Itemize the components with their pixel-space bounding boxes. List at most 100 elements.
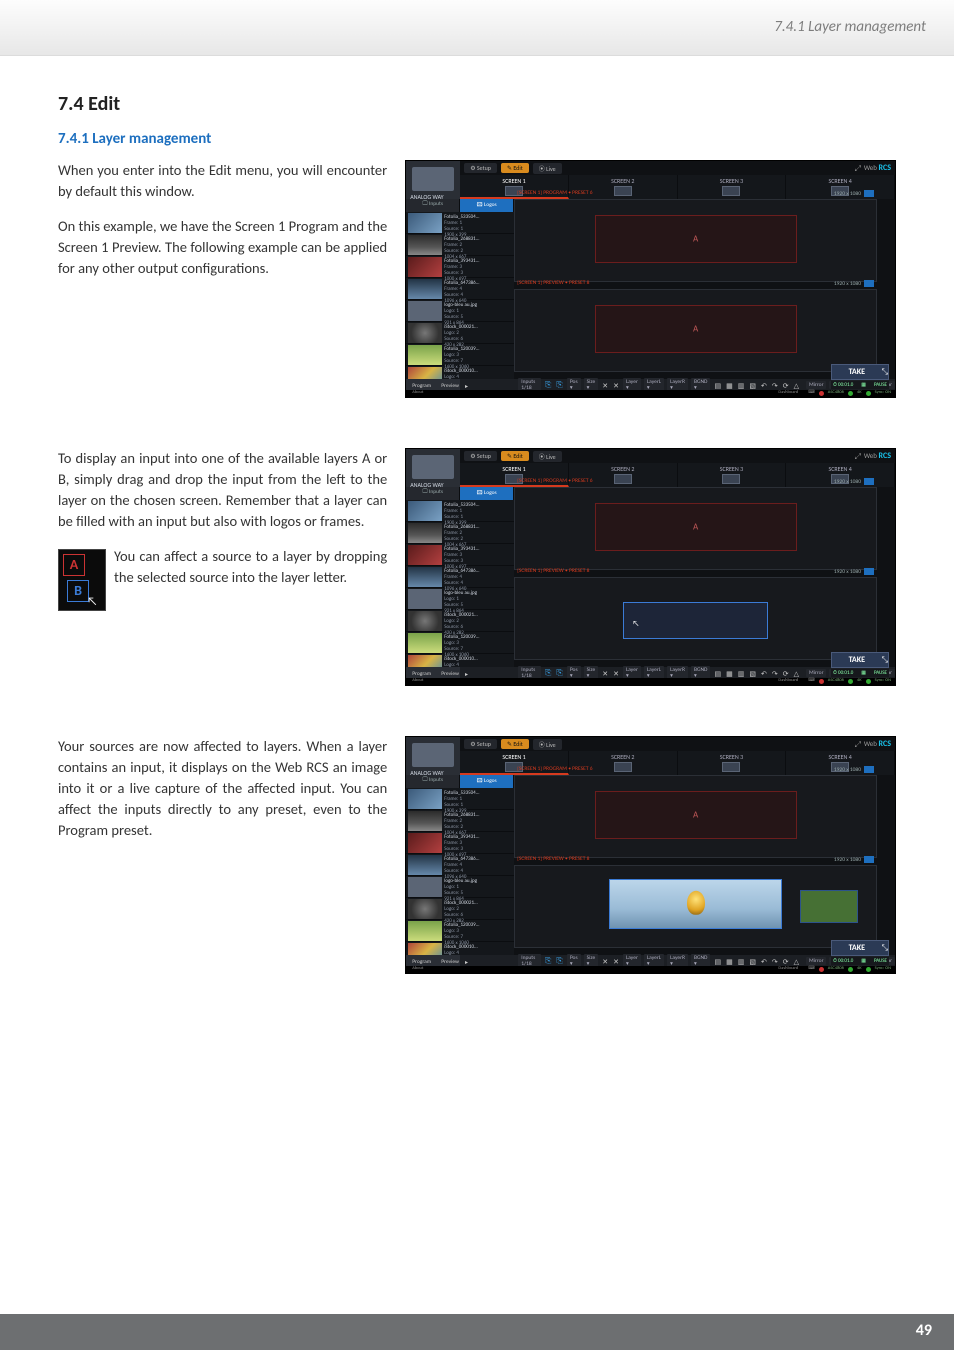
rotate-button[interactable]: △ bbox=[793, 669, 800, 678]
step-button[interactable]: ▸ bbox=[465, 670, 468, 678]
clear-button[interactable]: ✕ bbox=[601, 381, 609, 390]
rotate-button[interactable]: ↷ bbox=[771, 669, 779, 678]
nav-edit[interactable]: ✎ Edit bbox=[501, 163, 529, 173]
source-item[interactable]: iStock_000010...Logo: 4Source: 8849 x 56… bbox=[406, 942, 514, 955]
align-button[interactable]: ▥ bbox=[737, 381, 746, 390]
pause-button[interactable]: PAUSE bbox=[874, 958, 887, 964]
logos-tab[interactable]: 🖾 Logos bbox=[460, 487, 514, 500]
take-time-button[interactable]: ▦ bbox=[861, 670, 866, 676]
copy-button[interactable]: ⎘ bbox=[555, 668, 563, 678]
source-item[interactable]: Fotolia_647386...Frame: 4Source: 41096 x… bbox=[406, 278, 514, 300]
align-button[interactable]: ▧ bbox=[748, 381, 757, 390]
clear-button[interactable]: ✕ bbox=[612, 669, 620, 678]
about-link[interactable]: About bbox=[412, 678, 423, 685]
rotate-button[interactable]: ↶ bbox=[760, 669, 768, 678]
step-button[interactable]: ▸ bbox=[465, 958, 468, 966]
rotate-button[interactable]: ⟳ bbox=[782, 957, 790, 966]
preview-button[interactable]: Preview bbox=[437, 670, 463, 678]
take-button[interactable]: TAKE ⤡ bbox=[831, 652, 889, 668]
layer-a-outline[interactable]: A bbox=[595, 791, 797, 839]
source-item[interactable]: Fotolia_393431...Frame: 3Source: 31000 x… bbox=[406, 256, 514, 278]
dashboard-link[interactable]: Dashboard bbox=[778, 390, 798, 397]
rotate-button[interactable]: ⟳ bbox=[782, 669, 790, 678]
preview-pane[interactable]: [SCREEN 1] PREVIEW • PRESET 81920 x 1080… bbox=[514, 577, 877, 660]
about-link[interactable]: About bbox=[412, 390, 423, 397]
clear-button[interactable]: ✕ bbox=[612, 381, 620, 390]
program-pane[interactable]: [SCREEN 1] PROGRAM • PRESET 61920 x 1080… bbox=[514, 775, 877, 858]
rotate-button[interactable]: ↶ bbox=[760, 381, 768, 390]
align-button[interactable]: ▥ bbox=[737, 957, 746, 966]
pause-button[interactable]: PAUSE bbox=[874, 670, 887, 676]
source-item[interactable]: logo-bleu au.jpgLogo: 1Source: 5921 x 86… bbox=[406, 588, 514, 610]
nav-live[interactable]: ⦿ Live bbox=[533, 739, 562, 750]
source-item[interactable]: Fotolia_647386...Frame: 4Source: 41096 x… bbox=[406, 566, 514, 588]
clear-button[interactable]: ✕ bbox=[601, 669, 609, 678]
source-item[interactable]: Fotolia_120039...Logo: 3Source: 71600 x … bbox=[406, 344, 514, 366]
layer-a-outline[interactable]: A bbox=[595, 503, 797, 551]
align-button[interactable]: ▦ bbox=[725, 669, 734, 678]
program-button[interactable]: Program bbox=[408, 670, 435, 678]
filled-layer-2[interactable] bbox=[800, 890, 858, 922]
mirror-button[interactable]: Mirror bbox=[806, 381, 827, 389]
inputs-tab[interactable]: 🖵 Inputs bbox=[406, 775, 460, 788]
align-button[interactable]: ▧ bbox=[748, 669, 757, 678]
filled-layer[interactable] bbox=[609, 879, 782, 929]
source-item[interactable]: Fotolia_268831...Frame: 2Source: 21004 x… bbox=[406, 810, 514, 832]
source-item[interactable]: Fotolia_268831...Frame: 2Source: 21004 x… bbox=[406, 522, 514, 544]
dashboard-link[interactable]: Dashboard bbox=[778, 966, 798, 973]
keyboard-icon[interactable]: ⌨ bbox=[808, 390, 815, 397]
copy-button[interactable]: ⎘ bbox=[544, 380, 552, 390]
clear-button[interactable]: ✕ bbox=[601, 957, 609, 966]
take-button[interactable]: TAKE ⤡ bbox=[831, 940, 889, 956]
nav-setup[interactable]: ⚙ Setup bbox=[464, 163, 497, 173]
preview-pane[interactable]: [SCREEN 1] PREVIEW • PRESET 81920 x 1080… bbox=[514, 289, 877, 372]
preview-button[interactable]: Preview bbox=[437, 958, 463, 966]
expand-icon[interactable]: ⤢ bbox=[855, 164, 861, 174]
copy-button[interactable]: ⎘ bbox=[555, 956, 563, 966]
align-button[interactable]: ▦ bbox=[725, 957, 734, 966]
program-pane[interactable]: [SCREEN 1] PROGRAM • PRESET 61920 x 1080… bbox=[514, 487, 877, 570]
logos-tab[interactable]: 🖾 Logos bbox=[460, 775, 514, 788]
source-item[interactable]: logo-bleu au.jpgLogo: 1Source: 5921 x 86… bbox=[406, 876, 514, 898]
expand-icon[interactable]: ⤢ bbox=[855, 452, 861, 462]
source-item[interactable]: Fotolia_393431...Frame: 3Source: 31000 x… bbox=[406, 832, 514, 854]
align-button[interactable]: ▦ bbox=[725, 381, 734, 390]
rotate-button[interactable]: ⟳ bbox=[782, 381, 790, 390]
nav-live[interactable]: ⦿ Live bbox=[533, 451, 562, 462]
dashboard-link[interactable]: Dashboard bbox=[778, 678, 798, 685]
layer-a-outline[interactable]: A bbox=[595, 215, 797, 263]
program-button[interactable]: Program bbox=[408, 958, 435, 966]
preview-pane[interactable]: [SCREEN 1] PREVIEW • PRESET 81920 x 1080 bbox=[514, 865, 877, 948]
dragging-layer[interactable]: ↖ bbox=[623, 602, 767, 638]
source-item[interactable]: Fotolia_647386...Frame: 4Source: 41096 x… bbox=[406, 854, 514, 876]
copy-button[interactable]: ⎘ bbox=[555, 380, 563, 390]
rotate-button[interactable]: △ bbox=[793, 957, 800, 966]
pause-button[interactable]: PAUSE bbox=[874, 382, 887, 388]
source-item[interactable]: Fotolia_533504...Frame: 1Source: 11900 x… bbox=[406, 212, 514, 234]
inputs-tab[interactable]: 🖵 Inputs bbox=[406, 199, 460, 212]
nav-setup[interactable]: ⚙ Setup bbox=[464, 739, 497, 749]
about-link[interactable]: About bbox=[412, 966, 423, 973]
screen-tab[interactable]: SCREEN 3 bbox=[678, 175, 787, 199]
align-button[interactable]: ▥ bbox=[737, 669, 746, 678]
source-item[interactable]: Fotolia_120039...Logo: 3Source: 71600 x … bbox=[406, 632, 514, 654]
mirror-button[interactable]: Mirror bbox=[806, 957, 827, 965]
align-button[interactable]: ▤ bbox=[713, 957, 722, 966]
source-item[interactable]: logo-bleu au.jpgLogo: 1Source: 5921 x 86… bbox=[406, 300, 514, 322]
nav-live[interactable]: ⦿ Live bbox=[533, 163, 562, 174]
source-item[interactable]: Fotolia_533504...Frame: 1Source: 11900 x… bbox=[406, 500, 514, 522]
source-item[interactable]: iStock_000021...Logo: 2Source: 6420 x 28… bbox=[406, 322, 514, 344]
layer-a-outline[interactable]: A bbox=[595, 305, 797, 353]
expand-icon[interactable]: ⤢ bbox=[855, 740, 861, 750]
align-button[interactable]: ▧ bbox=[748, 957, 757, 966]
keyboard-icon[interactable]: ⌨ bbox=[808, 966, 815, 973]
source-item[interactable]: iStock_000010...Logo: 4Source: 8849 x 56… bbox=[406, 366, 514, 379]
rotate-button[interactable]: ↷ bbox=[771, 381, 779, 390]
program-pane[interactable]: [SCREEN 1] PROGRAM • PRESET 61920 x 1080… bbox=[514, 199, 877, 282]
source-item[interactable]: Fotolia_268831...Frame: 2Source: 21004 x… bbox=[406, 234, 514, 256]
nav-edit[interactable]: ✎ Edit bbox=[501, 739, 529, 749]
source-item[interactable]: Fotolia_533504...Frame: 1Source: 11900 x… bbox=[406, 788, 514, 810]
screen-tab[interactable]: SCREEN 3 bbox=[678, 463, 787, 487]
align-button[interactable]: ▤ bbox=[713, 381, 722, 390]
rotate-button[interactable]: ↷ bbox=[771, 957, 779, 966]
